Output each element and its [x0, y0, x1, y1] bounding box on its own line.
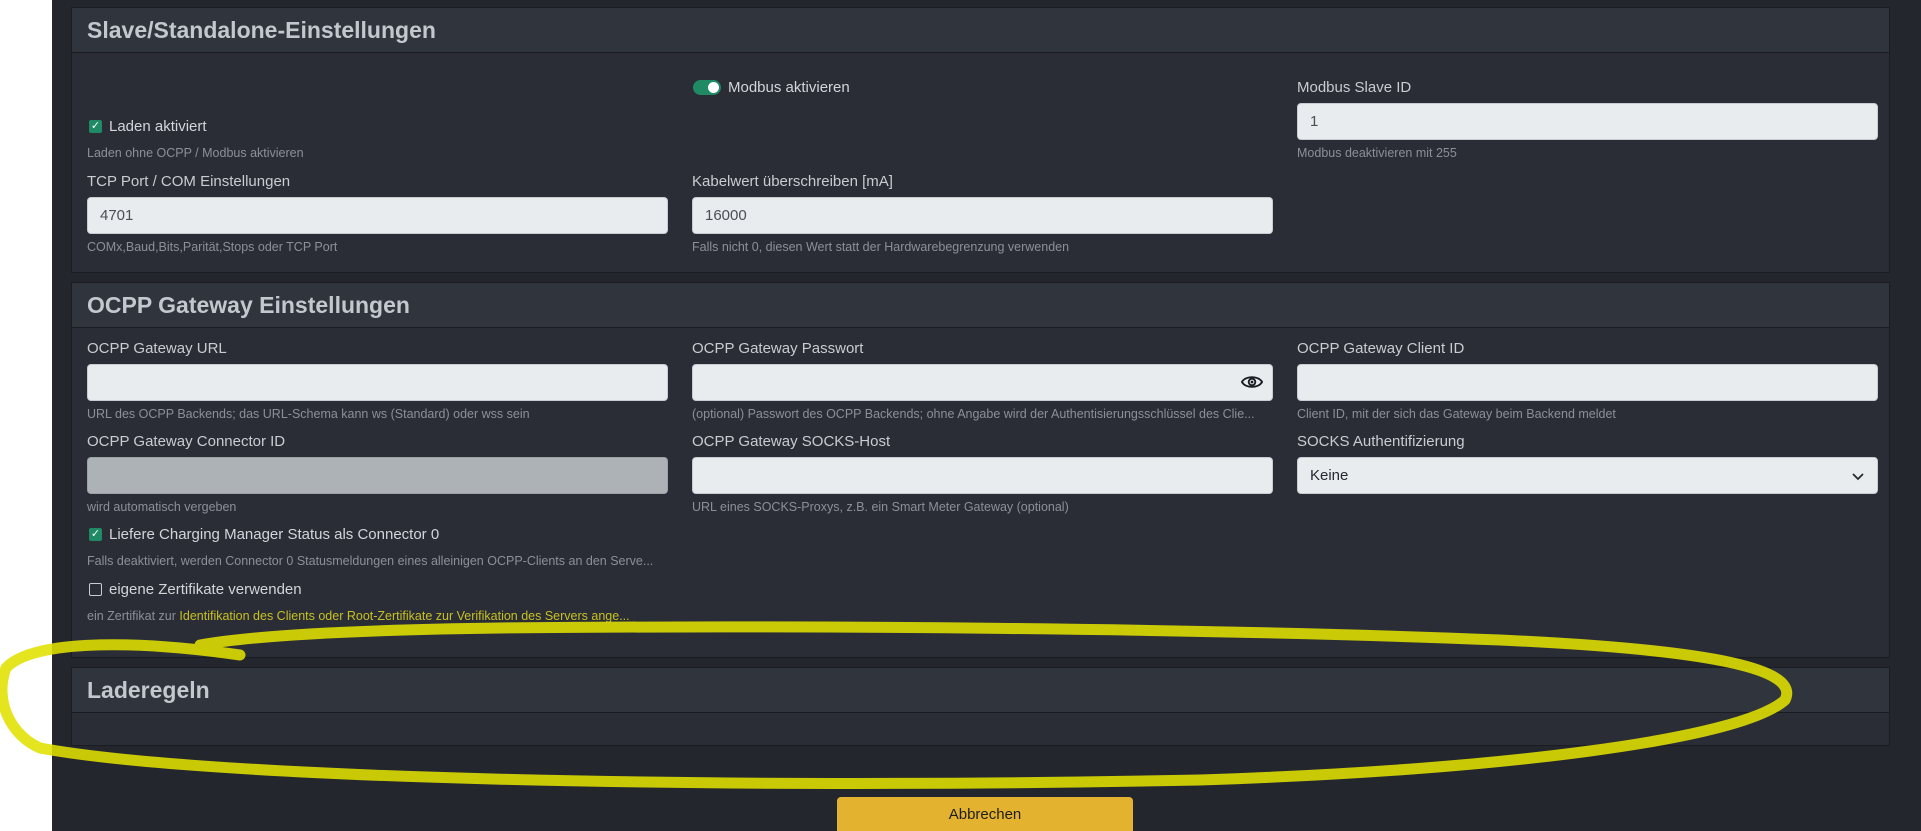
connector0-hint: Falls deaktiviert, werden Connector 0 St…: [87, 554, 654, 568]
socks-auth-selected-value: Keine: [1310, 467, 1349, 484]
socks-auth-select[interactable]: Keine: [1297, 457, 1878, 494]
certs-checkbox-row[interactable]: eigene Zertifikate verwenden: [89, 581, 302, 598]
tcp-port-input[interactable]: [87, 197, 668, 234]
modbus-slave-id-hint: Modbus deaktivieren mit 255: [1297, 146, 1457, 160]
tcp-port-label: TCP Port / COM Einstellungen: [87, 173, 291, 190]
ocpp-socks-host-label: OCPP Gateway SOCKS-Host: [692, 433, 891, 450]
slave-settings-title: Slave/Standalone-Einstellungen: [72, 8, 1889, 53]
connector0-checkbox-row[interactable]: ✓ Liefere Charging Manager Status als Co…: [89, 526, 439, 543]
ocpp-connector-id-hint: wird automatisch vergeben: [87, 500, 237, 514]
modbus-toggle-row[interactable]: Modbus aktivieren: [693, 79, 850, 96]
certs-checkbox[interactable]: [89, 583, 102, 596]
ocpp-client-id-hint: Client ID, mit der sich das Gateway beim…: [1297, 407, 1616, 421]
cable-override-hint: Falls nicht 0, diesen Wert statt der Har…: [692, 240, 1070, 254]
modbus-toggle-switch[interactable]: [693, 80, 721, 95]
cable-override-label: Kabelwert überschreiben [mA]: [692, 173, 893, 190]
ocpp-socks-host-input[interactable]: [692, 457, 1273, 494]
ocpp-url-label: OCPP Gateway URL: [87, 340, 227, 357]
connector0-checkbox[interactable]: ✓: [89, 528, 102, 541]
ocpp-connector-id-input: [87, 457, 668, 494]
ocpp-socks-host-hint: URL eines SOCKS-Proxys, z.B. ein Smart M…: [692, 500, 1069, 514]
modbus-toggle-label: Modbus aktivieren: [728, 79, 850, 96]
charging-rules-card: Laderegeln: [71, 667, 1890, 746]
certs-hint-highlighted: Identifikation des Clients oder Root-Zer…: [179, 609, 630, 623]
certs-label: eigene Zertifikate verwenden: [109, 581, 302, 598]
ocpp-connector-id-label: OCPP Gateway Connector ID: [87, 433, 286, 450]
ocpp-password-input[interactable]: [692, 364, 1273, 401]
tcp-port-hint: COMx,Baud,Bits,Parität,Stops oder TCP Po…: [87, 240, 338, 254]
settings-page: Slave/Standalone-Einstellungen ✓ Laden a…: [52, 0, 1921, 831]
slave-settings-card: Slave/Standalone-Einstellungen ✓ Laden a…: [71, 7, 1890, 273]
certs-hint: ein Zertifikat zur Identifikation des Cl…: [87, 609, 630, 623]
ocpp-password-hint: (optional) Passwort des OCPP Backends; o…: [692, 407, 1255, 421]
charging-enabled-checkbox[interactable]: ✓: [89, 120, 102, 133]
cable-override-input[interactable]: [692, 197, 1273, 234]
eye-icon[interactable]: [1241, 373, 1263, 391]
chevron-down-icon: [1852, 472, 1864, 480]
modbus-slave-id-input[interactable]: [1297, 103, 1878, 140]
charging-enabled-hint: Laden ohne OCPP / Modbus aktivieren: [87, 146, 304, 160]
modbus-slave-id-label: Modbus Slave ID: [1297, 79, 1412, 96]
certs-hint-prefix: ein Zertifikat zur: [87, 609, 180, 623]
ocpp-url-input[interactable]: [87, 364, 668, 401]
ocpp-password-wrapper: [692, 364, 1273, 401]
charging-enabled-checkbox-row[interactable]: ✓ Laden aktiviert: [89, 118, 207, 135]
ocpp-client-id-label: OCPP Gateway Client ID: [1297, 340, 1465, 357]
ocpp-client-id-input[interactable]: [1297, 364, 1878, 401]
ocpp-url-hint: URL des OCPP Backends; das URL-Schema ka…: [87, 407, 530, 421]
cancel-button[interactable]: Abbrechen: [837, 797, 1133, 831]
socks-auth-label: SOCKS Authentifizierung: [1297, 433, 1465, 450]
ocpp-gateway-card: OCPP Gateway Einstellungen OCPP Gateway …: [71, 282, 1890, 658]
connector0-label: Liefere Charging Manager Status als Conn…: [109, 526, 440, 543]
ocpp-password-label: OCPP Gateway Passwort: [692, 340, 864, 357]
charging-rules-title: Laderegeln: [72, 668, 1889, 713]
ocpp-gateway-title: OCPP Gateway Einstellungen: [72, 283, 1889, 328]
charging-enabled-label: Laden aktiviert: [109, 118, 207, 135]
